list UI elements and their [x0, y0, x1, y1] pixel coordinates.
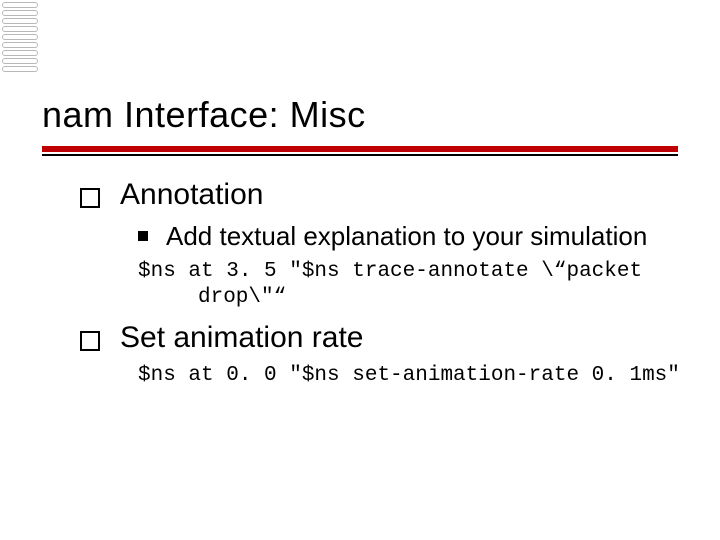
bullet-text: Annotation [120, 178, 263, 212]
thin-underline [42, 154, 678, 156]
bullet-set-animation-rate: Set animation rate [80, 321, 680, 355]
hollow-square-icon [80, 331, 100, 351]
code-line: $ns at 3. 5 "$ns trace-annotate \“packet [138, 260, 642, 283]
slide: nam Interface: Misc Annotation Add textu… [0, 0, 720, 540]
code-trace-annotate: $ns at 3. 5 "$ns trace-annotate \“packet… [138, 259, 680, 312]
title-block: nam Interface: Misc [42, 94, 678, 156]
subbullet-add-textual: Add textual explanation to your simulati… [138, 220, 680, 253]
slide-title: nam Interface: Misc [42, 94, 678, 136]
code-set-animation-rate: $ns at 0. 0 "$ns set-animation-rate 0. 1… [138, 363, 680, 389]
code-line: $ns at 0. 0 "$ns set-animation-rate 0. 1… [138, 364, 680, 387]
code-line: drop\"“ [138, 285, 680, 311]
spiral-binding-decoration [0, 0, 40, 80]
red-underline [42, 146, 678, 152]
bullet-annotation: Annotation [80, 178, 680, 212]
subbullet-text: Add textual explanation to your simulati… [166, 220, 647, 253]
bullet-text: Set animation rate [120, 321, 363, 355]
filled-square-icon [138, 231, 148, 241]
hollow-square-icon [80, 188, 100, 208]
slide-body: Annotation Add textual explanation to yo… [80, 178, 680, 399]
